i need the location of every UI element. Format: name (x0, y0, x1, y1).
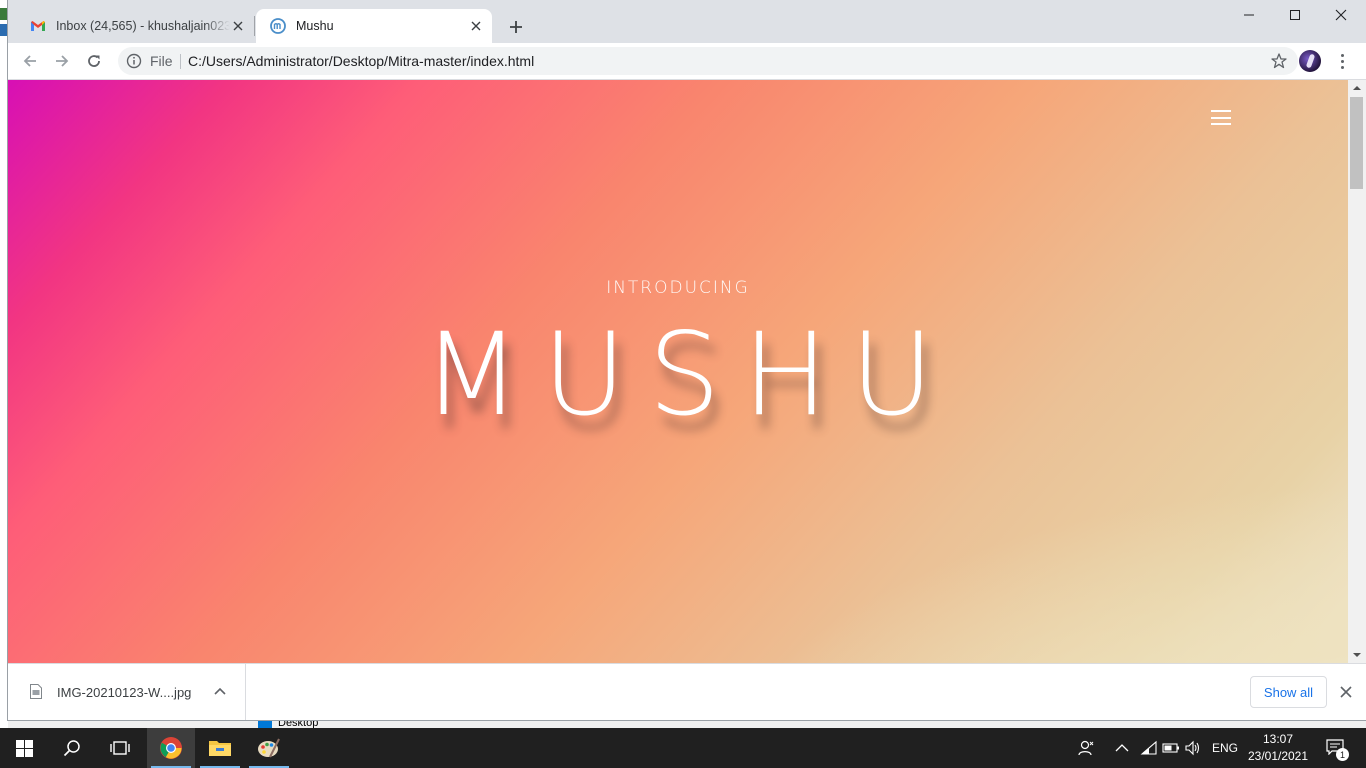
close-tab-icon[interactable] (230, 18, 246, 34)
search-button[interactable] (48, 728, 96, 768)
download-item[interactable]: IMG-20210123-W....jpg (8, 664, 246, 720)
minimize-icon (1244, 14, 1254, 16)
plus-icon (510, 21, 522, 33)
menu-kebab-icon[interactable] (1331, 50, 1353, 72)
download-shelf: IMG-20210123-W....jpg Show all (8, 663, 1366, 720)
scheme-label: File (150, 53, 173, 69)
hero-title: MUSHU (422, 308, 956, 441)
chevron-up-icon[interactable] (212, 684, 228, 700)
network-icon[interactable] (1140, 740, 1158, 756)
action-center-button[interactable]: 1 (1318, 728, 1366, 768)
back-button[interactable] (16, 47, 44, 75)
page-scrollbar[interactable] (1348, 80, 1366, 663)
omnibox-divider (180, 54, 181, 69)
url-text[interactable]: C:/Users/Administrator/Desktop/Mitra-mas… (188, 53, 534, 69)
chrome-taskbar-button[interactable] (147, 728, 195, 768)
scroll-down-arrow-icon[interactable] (1348, 647, 1366, 663)
taskbar: ENG 13:07 23/01/2021 1 (0, 728, 1366, 768)
people-icon[interactable] (1078, 739, 1096, 757)
maximize-icon (1290, 10, 1300, 20)
close-tab-icon[interactable] (468, 18, 484, 34)
desktop-label: Desktop (278, 720, 319, 728)
browser-toolbar: File C:/Users/Administrator/Desktop/Mitr… (8, 43, 1366, 80)
arrow-right-icon (56, 55, 69, 67)
chevron-up-icon[interactable] (1114, 741, 1130, 755)
hamburger-icon[interactable] (1211, 110, 1231, 125)
intro-text: INTRODUCING (606, 278, 750, 298)
address-bar[interactable]: File C:/Users/Administrator/Desktop/Mitr… (118, 47, 1298, 75)
forward-button[interactable] (48, 47, 76, 75)
desktop-edge (0, 0, 8, 728)
clock-time: 13:07 (1262, 732, 1294, 746)
paint-palette-icon (258, 738, 280, 758)
clock[interactable]: 13:07 23/01/2021 (1240, 731, 1316, 765)
file-explorer-button[interactable] (196, 728, 244, 768)
image-file-icon (30, 684, 42, 699)
tab-gmail[interactable]: Inbox (24,565) - khushaljain023@gmail.co… (16, 9, 254, 43)
search-icon (63, 740, 80, 757)
scroll-up-arrow-icon[interactable] (1348, 80, 1366, 96)
info-icon[interactable] (126, 53, 142, 69)
minimize-button[interactable] (1226, 0, 1272, 30)
arrow-left-icon (23, 55, 36, 67)
tab-separator (254, 16, 255, 36)
desktop-icon (0, 24, 8, 36)
tab-title: Mushu (296, 19, 334, 33)
chrome-icon (160, 737, 182, 759)
tab-title: Inbox (24,565) - khushaljain023@gmail.co… (56, 19, 230, 33)
reload-button[interactable] (80, 47, 108, 75)
scroll-thumb[interactable] (1350, 97, 1363, 189)
profile-avatar[interactable] (1299, 50, 1321, 72)
task-view-icon (110, 741, 130, 755)
star-icon[interactable] (1270, 52, 1288, 70)
paint-taskbar-button[interactable] (245, 728, 293, 768)
task-view-button[interactable] (96, 728, 144, 768)
windows-icon (15, 739, 33, 757)
notification-badge: 1 (1336, 748, 1349, 761)
close-icon[interactable] (1338, 684, 1354, 700)
new-tab-button[interactable] (505, 16, 527, 38)
desktop-window-fragment: Desktop (8, 720, 1366, 728)
maximize-button[interactable] (1272, 0, 1318, 30)
mitra-icon (270, 18, 286, 34)
desktop-icon (0, 8, 8, 20)
folder-icon (258, 720, 272, 728)
close-icon (1335, 9, 1347, 21)
close-window-button[interactable] (1318, 0, 1364, 30)
tab-strip: Inbox (24,565) - khushaljain023@gmail.co… (8, 0, 1366, 43)
tab-mushu[interactable]: Mushu (256, 9, 492, 43)
download-file-name: IMG-20210123-W....jpg (57, 685, 192, 700)
folder-icon (209, 741, 231, 756)
show-all-button[interactable]: Show all (1250, 676, 1327, 708)
clock-date: 23/01/2021 (1247, 749, 1309, 763)
volume-icon[interactable] (1184, 740, 1202, 756)
language-indicator[interactable]: ENG (1212, 741, 1238, 755)
start-button[interactable] (0, 728, 48, 768)
page-viewport: INTRODUCING MUSHU (8, 80, 1348, 663)
battery-icon[interactable] (1162, 741, 1180, 755)
browser-window: Inbox (24,565) - khushaljain023@gmail.co… (8, 0, 1366, 720)
reload-icon (88, 55, 100, 67)
gmail-icon (31, 21, 45, 31)
